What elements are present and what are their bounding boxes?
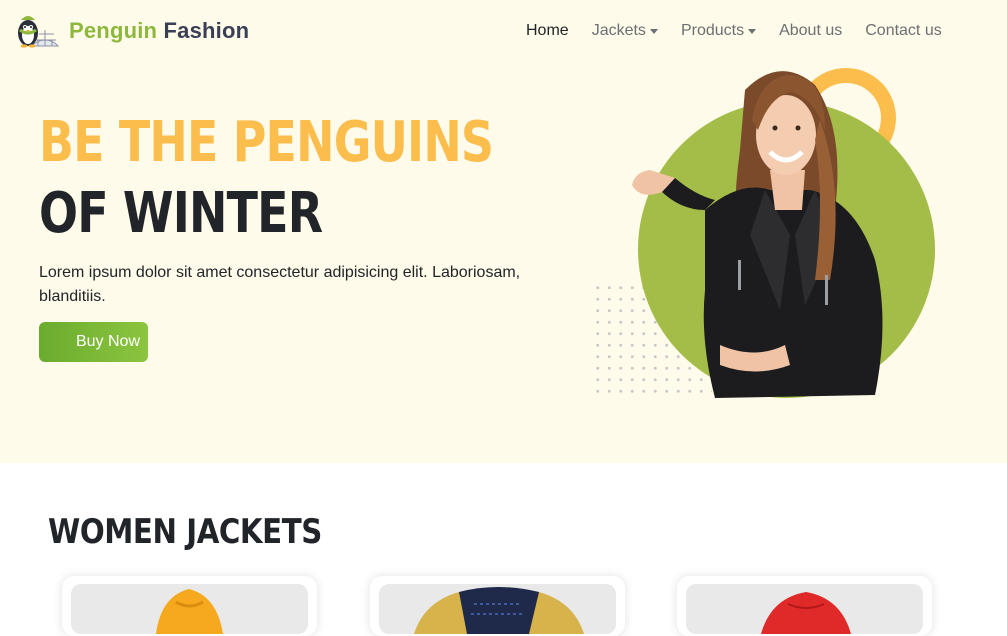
brand[interactable]: Penguin Fashion xyxy=(12,12,249,50)
brand-name: Penguin Fashion xyxy=(69,18,249,44)
main-nav: Home Jackets Products About us Contact u… xyxy=(526,22,965,40)
navy-patterned-jacket-image xyxy=(379,584,616,634)
caret-down-icon xyxy=(649,28,658,34)
nav-jackets-label: Jackets xyxy=(591,22,646,39)
nav-home-label: Home xyxy=(526,22,569,39)
nav-home[interactable]: Home xyxy=(526,22,569,40)
nav-jackets[interactable]: Jackets xyxy=(592,22,658,40)
product-card[interactable] xyxy=(62,576,317,636)
jacket-image-yellow xyxy=(156,589,223,634)
hero-title-line2: OF WINTER xyxy=(39,181,323,246)
nav-about-label: About us xyxy=(779,22,843,39)
buy-now-label: Buy Now xyxy=(75,333,140,350)
hero-title-line1: BE THE PENGUINS xyxy=(39,110,494,175)
caret-down-icon xyxy=(748,28,757,34)
section-title: WOMEN JACKETS xyxy=(48,512,322,552)
product-card[interactable] xyxy=(677,576,932,636)
product-card[interactable] xyxy=(370,576,625,636)
nav-contact[interactable]: Contact us xyxy=(865,22,941,40)
brand-name-part1: Penguin xyxy=(69,18,158,43)
yellow-jacket-image xyxy=(71,584,308,634)
nav-contact-label: Contact us xyxy=(865,22,942,39)
penguin-igloo-logo-icon xyxy=(18,16,60,48)
woman-in-leather-jacket-image xyxy=(632,71,883,398)
red-jacket-image xyxy=(686,584,923,634)
hero-section: Penguin Fashion Home Jackets Products Ab… xyxy=(0,0,1007,463)
buy-now-button[interactable]: Buy Now xyxy=(39,322,148,362)
nav-about[interactable]: About us xyxy=(779,22,842,40)
hero-lead-text: Lorem ipsum dolor sit amet consectetur a… xyxy=(39,264,521,305)
jacket-image-red xyxy=(761,592,851,634)
nav-products[interactable]: Products xyxy=(680,22,757,40)
brand-name-part2: Fashion xyxy=(163,18,250,43)
nav-products-label: Products xyxy=(680,22,745,39)
jacket-image-navy xyxy=(414,587,584,634)
